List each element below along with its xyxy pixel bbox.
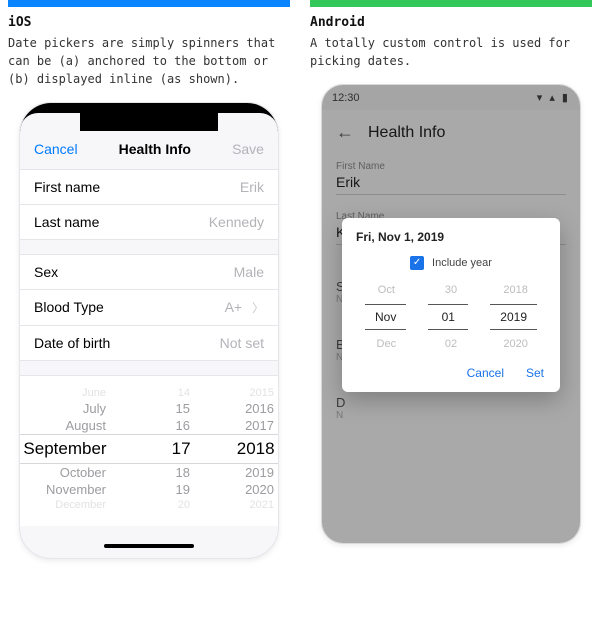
picker-row: November192020 — [20, 481, 278, 498]
last-name-value: Kennedy — [209, 214, 264, 230]
picker-row: August162017 — [20, 417, 278, 434]
ios-notch — [89, 103, 209, 131]
dob-row[interactable]: Date of birth Not set — [20, 326, 278, 360]
date-picker-dialog: Fri, Nov 1, 2019 ✓ Include year Oct30201… — [342, 218, 560, 392]
spinner-row-selected[interactable]: Nov012019 — [342, 300, 560, 334]
date-picker[interactable]: June142015 July152016 August162017 Septe… — [20, 375, 278, 526]
dialog-title: Fri, Nov 1, 2019 — [342, 218, 560, 252]
picker-row: June142015 — [20, 386, 278, 400]
android-device-frame: 12:30 ▾ ▴ ▮ ← Health Info First Name Eri… — [321, 84, 581, 544]
first-name-value: Erik — [240, 179, 264, 195]
first-name-label: First name — [34, 179, 100, 195]
include-year-row[interactable]: ✓ Include year — [342, 252, 560, 280]
home-indicator[interactable] — [104, 544, 194, 548]
ios-col-desc: Date pickers are simply spinners that ca… — [8, 34, 290, 88]
sex-value: Male — [234, 264, 264, 280]
sex-row[interactable]: Sex Male — [20, 255, 278, 290]
first-name-row[interactable]: First name Erik — [20, 170, 278, 205]
set-button[interactable]: Set — [526, 366, 544, 380]
save-button[interactable]: Save — [232, 141, 264, 157]
spinner-row[interactable]: Oct302018 — [342, 280, 560, 300]
android-col-desc: A totally custom control is used for pic… — [310, 34, 592, 70]
blood-type-label: Blood Type — [34, 299, 104, 316]
ios-navbar: Cancel Health Info Save — [20, 131, 278, 169]
last-name-row[interactable]: Last name Kennedy — [20, 205, 278, 239]
dialog-actions: Cancel Set — [342, 354, 560, 392]
sex-label: Sex — [34, 264, 58, 280]
include-year-label: Include year — [432, 257, 492, 269]
chevron-right-icon: 〉 — [252, 301, 264, 315]
ios-device-frame: Cancel Health Info Save First name Erik … — [19, 102, 279, 559]
ios-column: iOS Date pickers are simply spinners tha… — [8, 0, 290, 559]
picker-row: December202021 — [20, 498, 278, 512]
details-group: Sex Male Blood Type A+ 〉 Date of birth N… — [20, 254, 278, 361]
page-title: Health Info — [119, 141, 191, 157]
android-column: Android A totally custom control is used… — [310, 0, 592, 559]
last-name-label: Last name — [34, 214, 99, 230]
ios-notch-row — [20, 103, 278, 131]
cancel-button[interactable]: Cancel — [467, 366, 504, 380]
spinner-row[interactable]: Dec022020 — [342, 334, 560, 354]
name-group: First name Erik Last name Kennedy — [20, 169, 278, 240]
blood-type-row[interactable]: Blood Type A+ 〉 — [20, 290, 278, 326]
blood-type-value: A+ — [225, 299, 243, 315]
cancel-button[interactable]: Cancel — [34, 141, 78, 157]
checkbox-checked-icon[interactable]: ✓ — [410, 256, 424, 270]
dob-value: Not set — [220, 335, 264, 351]
dob-label: Date of birth — [34, 335, 110, 351]
picker-row-selected: September172018 — [20, 434, 278, 464]
android-tag-bar — [310, 0, 592, 7]
android-col-title: Android — [310, 15, 592, 30]
ios-col-title: iOS — [8, 15, 290, 30]
ios-tag-bar — [8, 0, 290, 7]
picker-row: July152016 — [20, 400, 278, 417]
picker-row: October182019 — [20, 464, 278, 481]
